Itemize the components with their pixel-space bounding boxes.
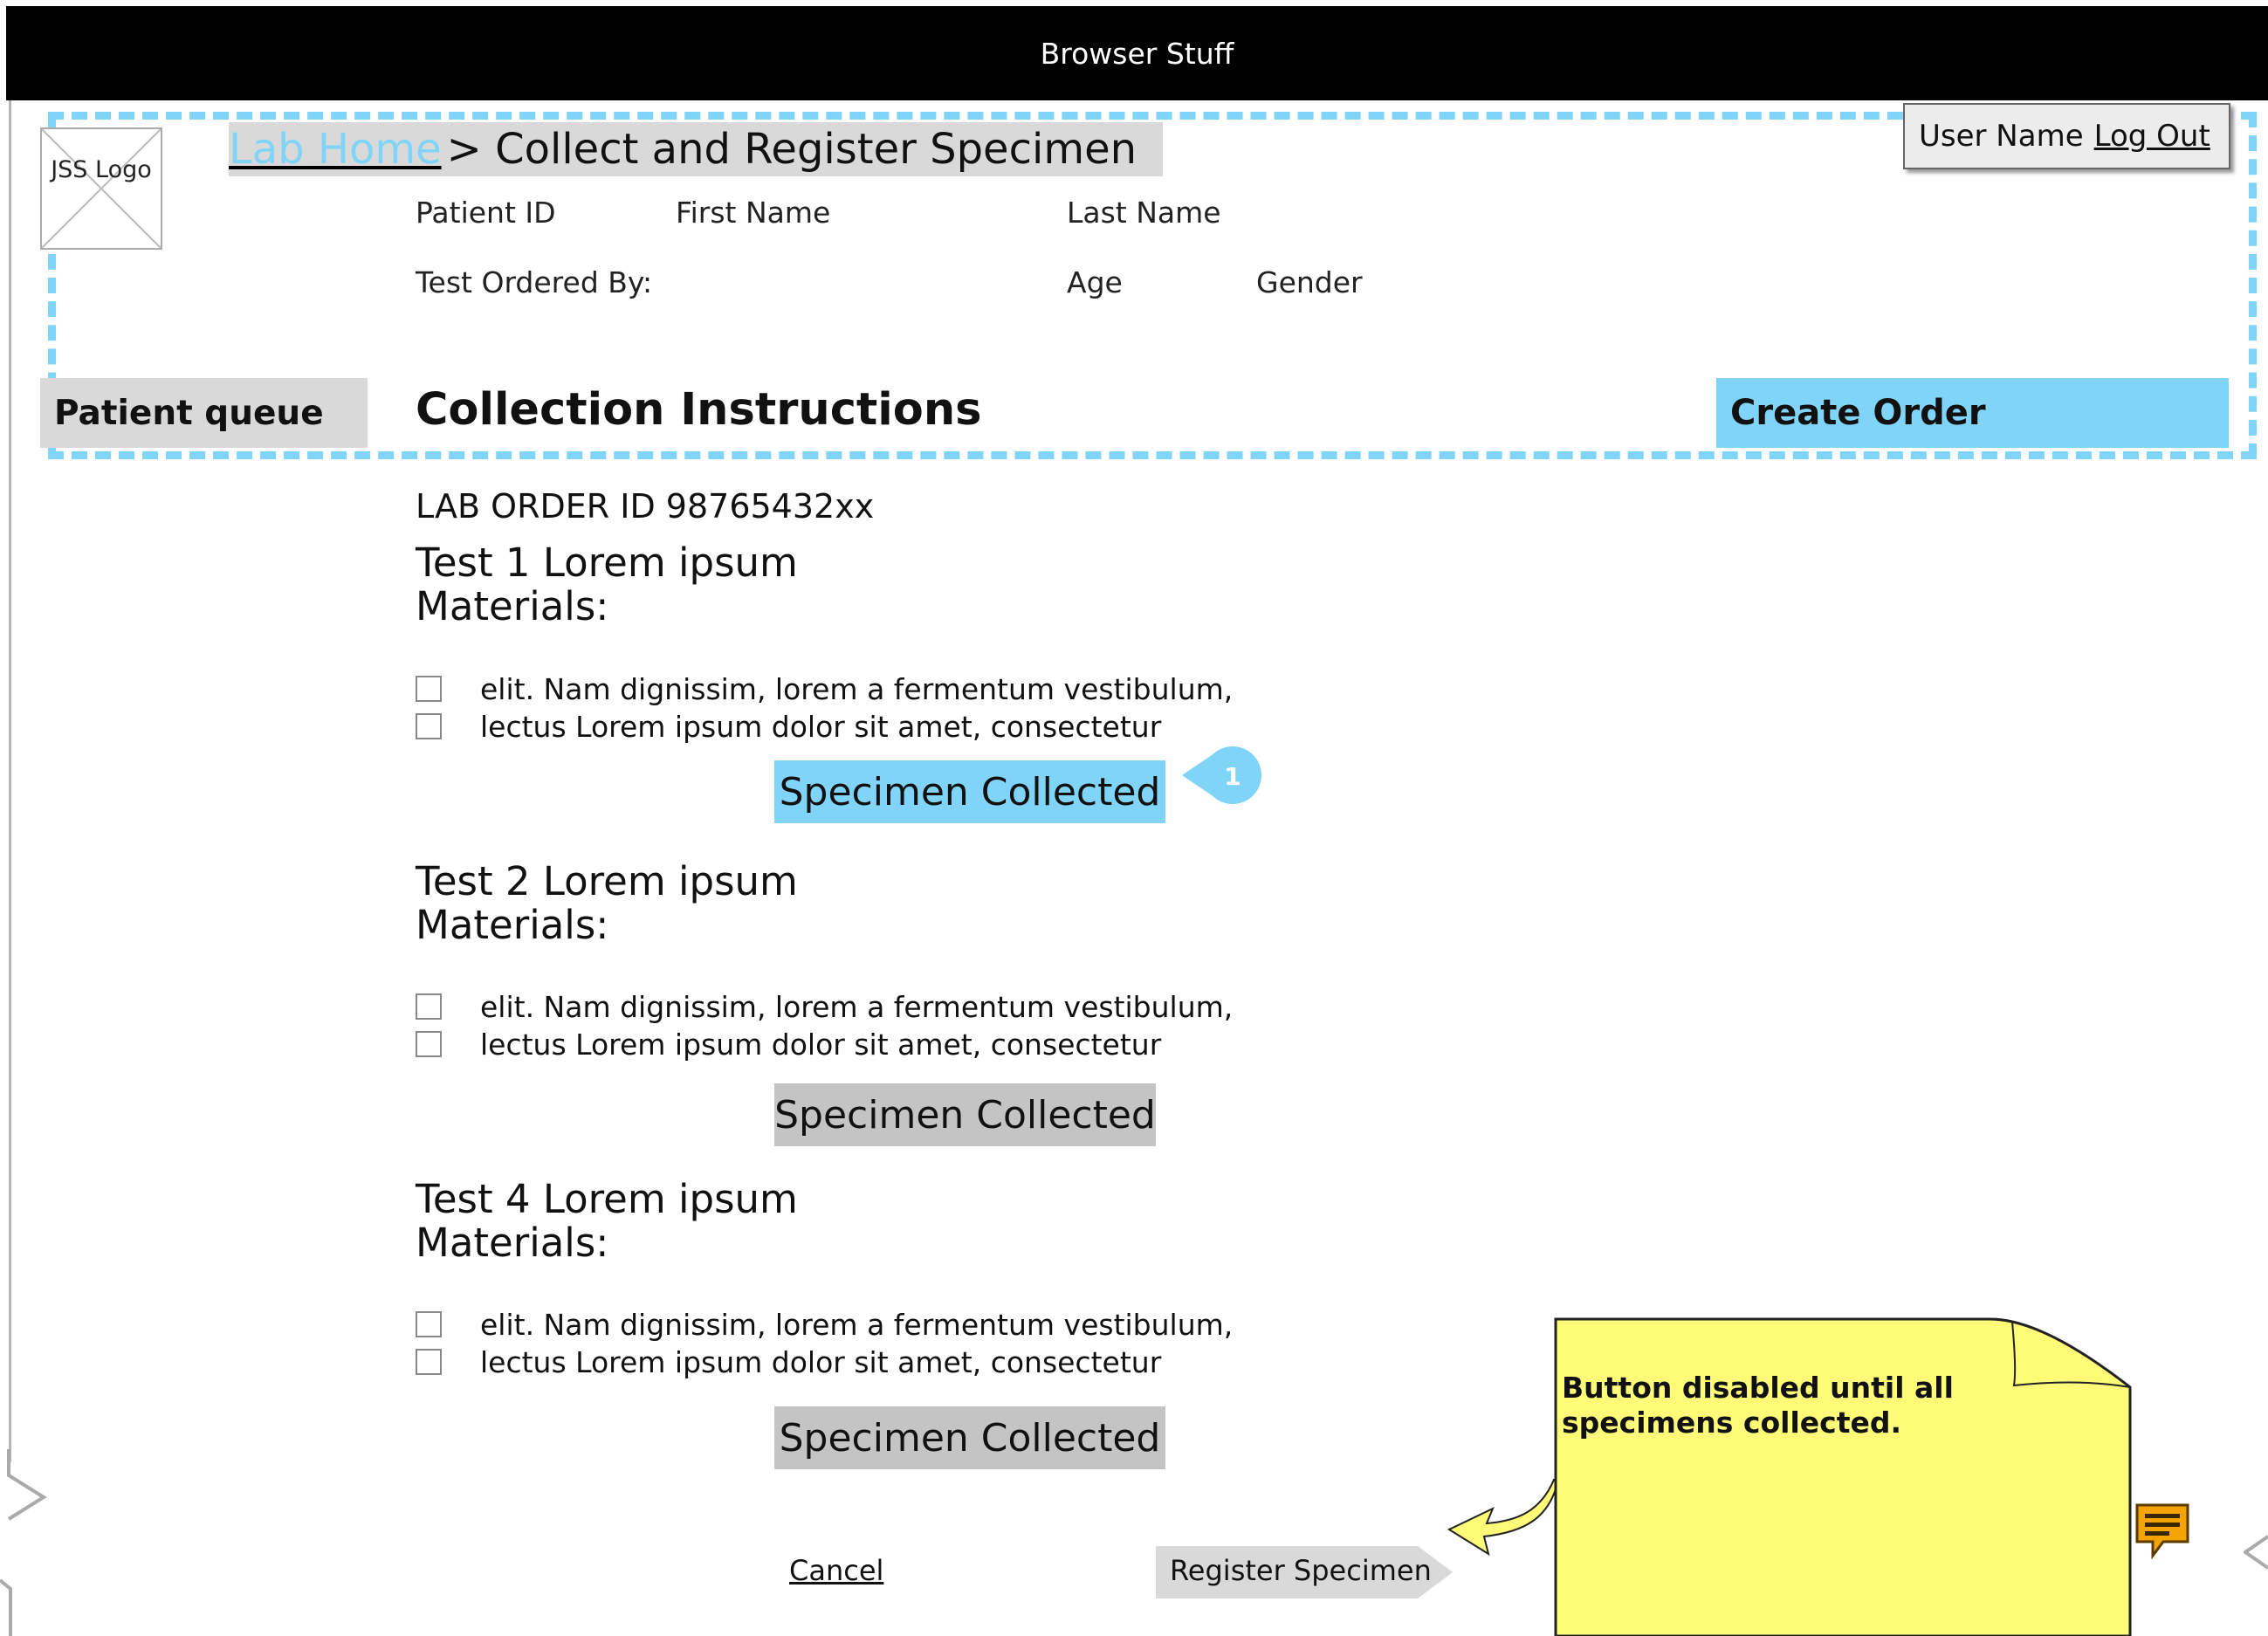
material-item: lectus Lorem ipsum dolor sit amet, conse… [480,1028,1162,1062]
breadcrumb: Lab Home > Collect and Register Specimen [229,122,1163,176]
specimen-collected-button[interactable]: Specimen Collected [774,1406,1165,1469]
collapse-arrow-icon[interactable] [0,1449,52,1636]
callout-marker-icon: 1 [1182,746,1261,804]
material-checkbox[interactable] [416,1311,442,1337]
material-item: elit. Nam dignissim, lorem a fermentum v… [480,672,1234,706]
test-title: Test 1 Lorem ipsum [416,540,798,586]
gender-label: Gender [1256,265,1363,299]
breadcrumb-lab-home-link[interactable]: Lab Home [229,125,442,174]
materials-label: Materials: [416,583,609,629]
sticky-note-text: Button disabled until all specimens coll… [1562,1371,1954,1440]
logo-placeholder-icon [40,127,162,250]
materials-label: Materials: [416,902,609,948]
material-checkbox[interactable] [416,1349,442,1375]
callout-number: 1 [1224,762,1241,791]
browser-title: Browser Stuff [1040,36,1234,71]
material-item: elit. Nam dignissim, lorem a fermentum v… [480,990,1234,1024]
user-menu: User Name Log Out [1903,103,2230,169]
create-order-button[interactable]: Create Order [1716,378,2229,448]
comment-icon[interactable] [2134,1502,2191,1559]
curved-arrow-icon [1447,1479,1560,1557]
expand-arrow-icon[interactable] [2244,1528,2268,1580]
register-specimen-label: Register Specimen [1170,1554,1432,1587]
material-item: lectus Lorem ipsum dolor sit amet, conse… [480,710,1162,744]
first-name-label: First Name [676,196,831,230]
last-name-label: Last Name [1067,196,1221,230]
left-rail-divider [9,100,11,1462]
material-checkbox[interactable] [416,713,442,739]
material-checkbox[interactable] [416,676,442,702]
materials-label: Materials: [416,1220,609,1266]
test-title: Test 2 Lorem ipsum [416,858,798,904]
material-checkbox[interactable] [416,993,442,1020]
material-checkbox[interactable] [416,1031,442,1057]
patient-queue-button[interactable]: Patient queue [40,378,368,448]
sticky-note [1554,1317,2132,1636]
user-name: User Name [1919,119,2084,154]
browser-title-bar: Browser Stuff [6,6,2268,100]
specimen-collected-button[interactable]: Specimen Collected [774,760,1165,823]
material-item: elit. Nam dignissim, lorem a fermentum v… [480,1308,1234,1342]
material-item: lectus Lorem ipsum dolor sit amet, conse… [480,1345,1162,1379]
logo-label: JSS Logo [51,156,152,183]
lab-order-id: LAB ORDER ID 98765432xx [416,487,875,526]
age-label: Age [1067,265,1123,299]
page-title: > Collect and Register Specimen [446,125,1137,174]
test-title: Test 4 Lorem ipsum [416,1176,798,1222]
cancel-link[interactable]: Cancel [789,1554,883,1587]
test-ordered-by-label: Test Ordered By: [416,265,653,299]
specimen-collected-button[interactable]: Specimen Collected [774,1083,1156,1146]
section-title: Collection Instructions [416,384,982,436]
patient-id-label: Patient ID [416,196,556,230]
logout-link[interactable]: Log Out [2094,119,2210,154]
